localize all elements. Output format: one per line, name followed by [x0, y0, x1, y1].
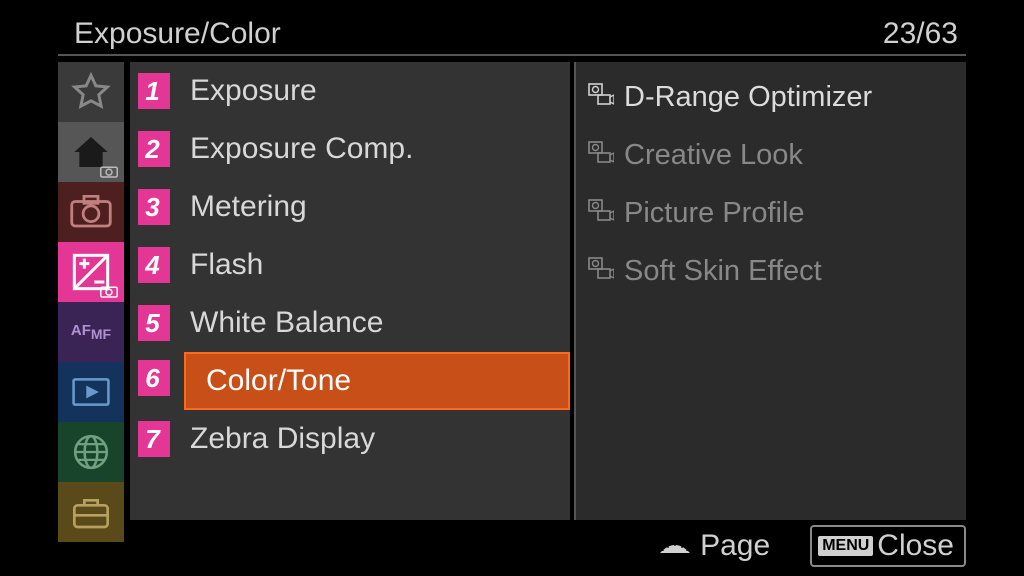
menu-label: Zebra Display — [190, 422, 375, 456]
submenu-item-creative-look[interactable]: Creative Look — [576, 126, 966, 184]
menu-label: Metering — [190, 190, 307, 224]
sidebar-tab-playback[interactable] — [58, 362, 124, 422]
sidebar-tab-focus[interactable]: AFMF — [58, 302, 124, 362]
submenu-label: D-Range Optimizer — [624, 81, 872, 114]
play-icon — [72, 377, 110, 407]
sidebar-tab-favorite[interactable] — [58, 62, 124, 122]
menu-num: 7 — [138, 421, 170, 457]
sidebar-tab-network[interactable] — [58, 422, 124, 482]
star-icon — [71, 72, 111, 112]
menu-label: Flash — [190, 248, 263, 282]
menu-label: Exposure — [190, 74, 317, 108]
menu-num: 4 — [138, 247, 170, 283]
menu-item-color-tone[interactable]: Color/Tone — [184, 352, 570, 410]
menu-label: Exposure Comp. — [190, 132, 413, 166]
submenu-column: D-Range Optimizer Creative Look Picture … — [574, 62, 966, 520]
submenu-label: Picture Profile — [624, 197, 805, 230]
sidebar-tab-setup[interactable] — [58, 482, 124, 542]
page-hint: Page — [656, 529, 770, 563]
stillmovie-icon — [588, 257, 614, 286]
af-mf-icon: AFMF — [71, 323, 111, 341]
page-counter: 23/63 — [883, 17, 958, 51]
camera-icon — [70, 195, 112, 229]
stillmovie-icon — [588, 83, 614, 112]
sidebar-tab-exposure[interactable] — [58, 242, 124, 302]
submenu-item-soft-skin[interactable]: Soft Skin Effect — [576, 242, 966, 300]
menu-item-zebra[interactable]: 7 Zebra Display — [130, 410, 570, 468]
menu-column: 1 Exposure 2 Exposure Comp. 3 Metering 4… — [130, 62, 570, 520]
menu-item-exposure-comp[interactable]: 2 Exposure Comp. — [130, 120, 570, 178]
submenu-label: Creative Look — [624, 139, 803, 172]
sidebar-tab-shooting[interactable] — [58, 182, 124, 242]
sidebar-tab-main[interactable] — [58, 122, 124, 182]
menu-item-flash[interactable]: 4 Flash — [130, 236, 570, 294]
page-title: Exposure/Color — [74, 17, 281, 51]
menu-tag: MENU — [818, 536, 873, 556]
camera-badge-icon — [100, 164, 118, 178]
menu-num: 6 — [138, 360, 170, 396]
menu-label: Color/Tone — [194, 364, 351, 398]
camera-badge-icon — [100, 284, 118, 298]
menu-num: 3 — [138, 189, 170, 225]
menu-num: 2 — [138, 131, 170, 167]
menu-num: 5 — [138, 305, 170, 341]
submenu-label: Soft Skin Effect — [624, 255, 822, 288]
menu-num: 1 — [138, 73, 170, 109]
menu-item-white-balance[interactable]: 5 White Balance — [130, 294, 570, 352]
stillmovie-icon — [588, 199, 614, 228]
sidebar: AFMF — [58, 62, 124, 518]
menu-label: White Balance — [190, 306, 383, 340]
close-button[interactable]: MENU Close — [810, 525, 966, 567]
wheel-icon — [656, 535, 694, 557]
header-divider — [58, 54, 966, 56]
globe-icon — [72, 433, 110, 471]
toolbox-icon — [71, 495, 111, 529]
submenu-item-picture-profile[interactable]: Picture Profile — [576, 184, 966, 242]
footer: Page MENU Close — [656, 524, 966, 568]
menu-item-exposure[interactable]: 1 Exposure — [130, 62, 570, 120]
stillmovie-icon — [588, 141, 614, 170]
submenu-item-drange[interactable]: D-Range Optimizer — [576, 68, 966, 126]
menu-item-metering[interactable]: 3 Metering — [130, 178, 570, 236]
